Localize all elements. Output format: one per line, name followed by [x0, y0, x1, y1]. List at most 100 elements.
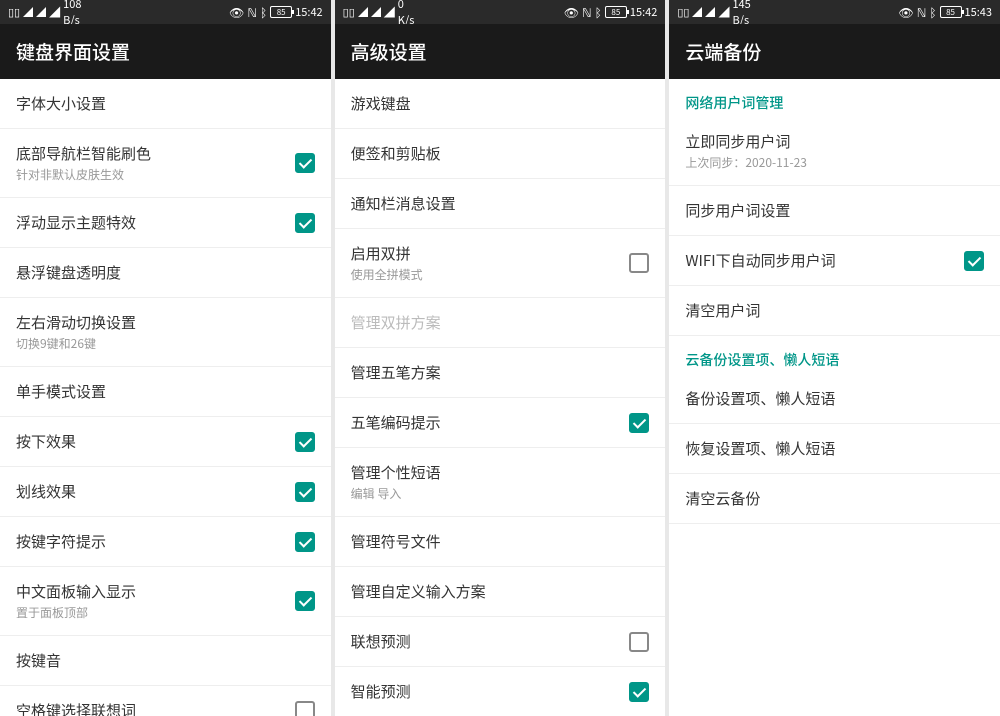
settings-item[interactable]: 管理个性短语编辑 导入 [335, 448, 666, 517]
battery-icon: 85 [605, 6, 627, 18]
checkbox[interactable] [295, 432, 315, 452]
sim-icon: ▯▯ [8, 4, 20, 20]
item-title: 左右滑动切换设置 [16, 312, 315, 333]
bluetooth-icon: ᛒ [929, 4, 936, 21]
item-title: 中文面板输入显示 [16, 581, 295, 602]
clock: 15:42 [630, 4, 657, 20]
screen-cloud-backup: ▯▯ ◢ 145B/s 👁 ℕ ᛒ 85 15:43 云端备份 网络用户词管理立… [669, 0, 1000, 716]
checkbox[interactable] [295, 153, 315, 173]
signal-icon-2 [371, 7, 381, 17]
page-title: 高级设置 [335, 24, 666, 79]
settings-item[interactable]: 单手模式设置 [0, 367, 331, 417]
item-subtitle: 上次同步：2020-11-23 [685, 154, 984, 171]
item-title: 单手模式设置 [16, 381, 315, 402]
checkbox[interactable] [295, 701, 315, 716]
settings-item[interactable]: 便签和剪贴板 [335, 129, 666, 179]
nfc-icon: ℕ [247, 4, 257, 21]
settings-item[interactable]: 中文面板输入显示置于面板顶部 [0, 567, 331, 636]
wifi-icon: ◢ [384, 4, 395, 20]
checkbox[interactable] [629, 413, 649, 433]
item-title: 五笔编码提示 [351, 412, 630, 433]
settings-item[interactable]: WIFI下自动同步用户词 [669, 236, 1000, 286]
settings-item[interactable]: 联想预测 [335, 617, 666, 667]
item-title: 智能预测 [351, 681, 630, 702]
net-speed: 145 [732, 0, 750, 12]
settings-item[interactable]: 悬浮键盘透明度 [0, 248, 331, 298]
settings-item[interactable]: 浮动显示主题特效 [0, 198, 331, 248]
item-title: 立即同步用户词 [685, 131, 984, 152]
item-title: 管理个性短语 [351, 462, 650, 483]
signal-icon-1 [23, 7, 33, 17]
settings-item[interactable]: 立即同步用户词上次同步：2020-11-23 [669, 117, 1000, 186]
settings-item[interactable]: 按键音 [0, 636, 331, 686]
item-title: 浮动显示主题特效 [16, 212, 295, 233]
settings-item[interactable]: 管理五笔方案 [335, 348, 666, 398]
status-bar: ▯▯ ◢ 108B/s 👁 ℕ ᛒ 85 15:42 [0, 0, 331, 24]
item-title: 游戏键盘 [351, 93, 650, 114]
item-title: 空格键选择联想词 [16, 700, 295, 716]
settings-item[interactable]: 管理符号文件 [335, 517, 666, 567]
item-title: 联想预测 [351, 631, 630, 652]
settings-item[interactable]: 五笔编码提示 [335, 398, 666, 448]
net-speed: 108 [63, 0, 81, 12]
settings-item[interactable]: 备份设置项、懒人短语 [669, 374, 1000, 424]
wifi-icon: ◢ [49, 4, 60, 20]
settings-list: 游戏键盘便签和剪贴板通知栏消息设置启用双拼使用全拼模式管理双拼方案管理五笔方案五… [335, 79, 666, 716]
settings-item[interactable]: 管理双拼方案 [335, 298, 666, 348]
item-title: 管理五笔方案 [351, 362, 650, 383]
item-title: 同步用户词设置 [685, 200, 984, 221]
item-subtitle: 切换9键和26键 [16, 335, 315, 352]
item-title: 划线效果 [16, 481, 295, 502]
settings-item[interactable]: 字体大小设置 [0, 79, 331, 129]
checkbox[interactable] [964, 251, 984, 271]
section-header: 网络用户词管理 [669, 79, 1000, 117]
checkbox[interactable] [295, 213, 315, 233]
bluetooth-icon: ᛒ [595, 4, 602, 21]
item-title: 通知栏消息设置 [351, 193, 650, 214]
settings-item[interactable]: 按下效果 [0, 417, 331, 467]
settings-item[interactable]: 清空云备份 [669, 474, 1000, 524]
item-subtitle: 使用全拼模式 [351, 266, 630, 283]
clock: 15:43 [965, 4, 992, 20]
item-subtitle: 置于面板顶部 [16, 604, 295, 621]
checkbox[interactable] [295, 591, 315, 611]
settings-item[interactable]: 启用双拼使用全拼模式 [335, 229, 666, 298]
checkbox[interactable] [295, 532, 315, 552]
bluetooth-icon: ᛒ [260, 4, 267, 21]
settings-item[interactable]: 游戏键盘 [335, 79, 666, 129]
settings-item[interactable]: 通知栏消息设置 [335, 179, 666, 229]
item-title: 按键字符提示 [16, 531, 295, 552]
item-title: 备份设置项、懒人短语 [685, 388, 984, 409]
item-title: 字体大小设置 [16, 93, 315, 114]
settings-item[interactable]: 按键字符提示 [0, 517, 331, 567]
settings-item[interactable]: 底部导航栏智能刷色针对非默认皮肤生效 [0, 129, 331, 198]
settings-item[interactable]: 管理自定义输入方案 [335, 567, 666, 617]
nfc-icon: ℕ [917, 4, 927, 21]
item-title: 便签和剪贴板 [351, 143, 650, 164]
settings-item[interactable]: 同步用户词设置 [669, 186, 1000, 236]
item-subtitle: 针对非默认皮肤生效 [16, 166, 295, 183]
net-speed: 0 [398, 0, 404, 12]
sim-icon: ▯▯ [677, 4, 689, 20]
checkbox[interactable] [629, 253, 649, 273]
settings-item[interactable]: 智能预测 [335, 667, 666, 716]
item-title: 管理双拼方案 [351, 312, 650, 333]
status-bar: ▯▯ ◢ 0K/s 👁 ℕ ᛒ 85 15:42 [335, 0, 666, 24]
item-subtitle: 编辑 导入 [351, 485, 650, 502]
checkbox[interactable] [629, 632, 649, 652]
nfc-icon: ℕ [582, 4, 592, 21]
checkbox[interactable] [295, 482, 315, 502]
sim-icon: ▯▯ [343, 4, 355, 20]
settings-item[interactable]: 左右滑动切换设置切换9键和26键 [0, 298, 331, 367]
item-title: 管理自定义输入方案 [351, 581, 650, 602]
checkbox[interactable] [629, 682, 649, 702]
item-title: 按下效果 [16, 431, 295, 452]
settings-list: 网络用户词管理立即同步用户词上次同步：2020-11-23 同步用户词设置 WIFI… [669, 79, 1000, 716]
settings-item[interactable]: 空格键选择联想词 [0, 686, 331, 716]
settings-item[interactable]: 恢复设置项、懒人短语 [669, 424, 1000, 474]
eye-icon: 👁 [229, 4, 244, 21]
clock: 15:42 [295, 4, 322, 20]
settings-item[interactable]: 划线效果 [0, 467, 331, 517]
settings-item[interactable]: 清空用户词 [669, 286, 1000, 336]
item-title: 悬浮键盘透明度 [16, 262, 315, 283]
